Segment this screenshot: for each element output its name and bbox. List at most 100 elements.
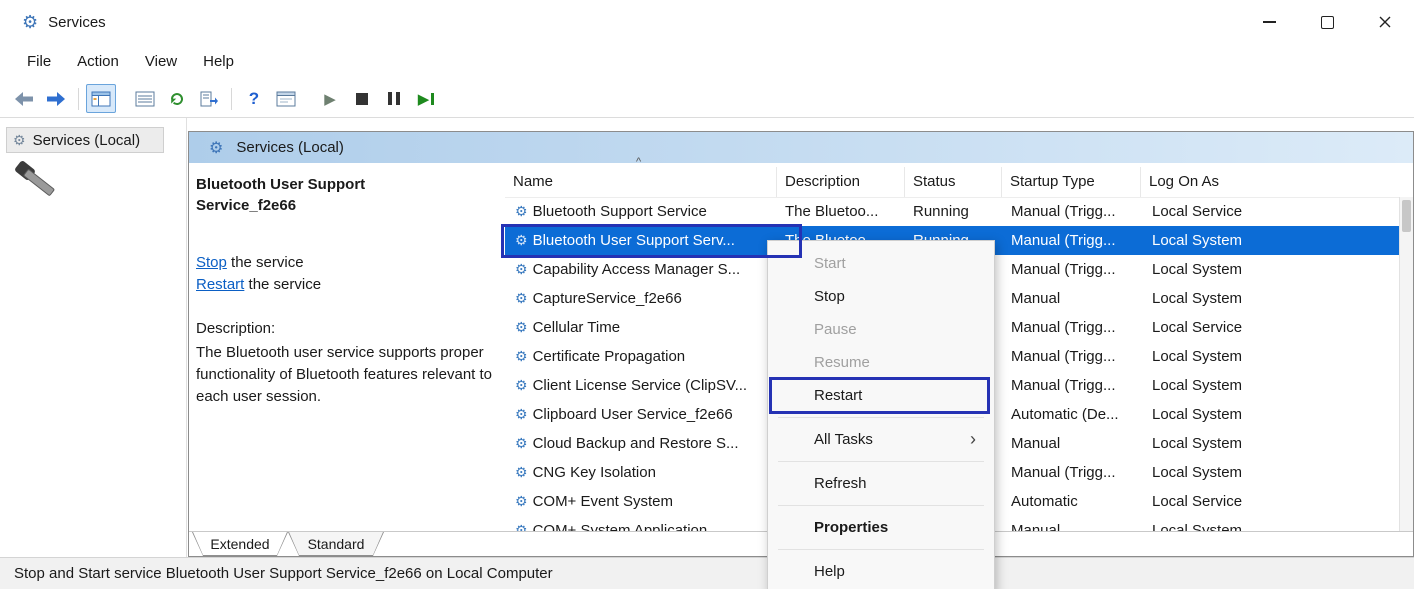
minimize-button[interactable] — [1240, 0, 1298, 44]
menu-item-file[interactable]: File — [14, 48, 64, 76]
restart-service-line: Restart the service — [196, 274, 508, 296]
column-header-startup-type[interactable]: Startup Type — [1002, 167, 1141, 197]
cell-startup-type: Manual (Trigg... — [1002, 255, 1141, 284]
service-name: Capability Access Manager S... — [533, 255, 741, 284]
context-menu-item-help[interactable]: Help — [768, 555, 994, 588]
pause-service-icon[interactable] — [379, 84, 409, 113]
service-gear-icon: ⚙ — [515, 371, 528, 400]
context-menu-item-properties[interactable]: Properties — [768, 511, 994, 544]
stop-service-link[interactable]: Stop — [196, 254, 227, 271]
service-name: Bluetooth User Support Serv... — [533, 226, 735, 255]
cell-log-on-as: Local System — [1141, 400, 1399, 429]
services-node-icon: ⚙ — [13, 132, 26, 149]
restart-service-icon[interactable]: ▶ — [411, 84, 441, 113]
service-description: The Bluetooth user service supports prop… — [196, 342, 502, 408]
cell-description: The Bluetoo... — [777, 197, 905, 226]
cell-log-on-as: Local System — [1141, 255, 1399, 284]
cell-name: ⚙CNG Key Isolation — [505, 458, 777, 487]
panel-header-title: Services (Local) — [236, 139, 344, 156]
restart-service-link[interactable]: Restart — [196, 276, 244, 293]
context-menu-item-pause[interactable]: Pause — [768, 313, 994, 346]
column-header-log-on-as[interactable]: Log On As — [1141, 167, 1399, 197]
close-icon — [1378, 15, 1392, 29]
menu-item-action[interactable]: Action — [64, 48, 132, 76]
status-bar: Stop and Start service Bluetooth User Su… — [0, 557, 1414, 589]
cell-startup-type: Manual (Trigg... — [1002, 226, 1141, 255]
menu-separator — [778, 417, 984, 418]
toolbar-separator — [231, 88, 232, 110]
question-mark-icon: ? — [249, 89, 259, 109]
status-text: Stop and Start service Bluetooth User Su… — [14, 565, 553, 582]
services-app-icon: ⚙ — [22, 12, 38, 33]
tab-standard[interactable]: Standard — [288, 532, 384, 556]
description-label: Description: — [196, 318, 508, 340]
column-header-status[interactable]: Status — [905, 167, 1002, 197]
play-icon: ▶ — [324, 90, 336, 108]
show-console-tree-icon[interactable] — [86, 84, 116, 113]
context-menu-item-refresh[interactable]: Refresh — [768, 467, 994, 500]
tree-node-services-local[interactable]: ⚙ Services (Local) — [6, 127, 164, 153]
menu-item-view[interactable]: View — [132, 48, 190, 76]
column-header-name[interactable]: Name — [505, 167, 777, 197]
service-name: Certificate Propagation — [533, 342, 686, 371]
table-row[interactable]: ⚙Bluetooth Support ServiceThe Bluetoo...… — [505, 197, 1399, 226]
title-bar: ⚙ Services — [0, 0, 1414, 44]
service-gear-icon: ⚙ — [515, 226, 528, 255]
menu-item-label: Resume — [814, 354, 870, 371]
cell-log-on-as: Local System — [1141, 458, 1399, 487]
export-list-icon[interactable] — [194, 84, 224, 113]
help-icon[interactable]: ? — [239, 84, 269, 113]
maximize-button[interactable] — [1298, 0, 1356, 44]
menu-item-help[interactable]: Help — [190, 48, 247, 76]
cell-status: Running — [905, 197, 1002, 226]
service-gear-icon: ⚙ — [515, 197, 528, 226]
menu-item-label: Stop — [814, 288, 845, 305]
cell-name: ⚙CaptureService_f2e66 — [505, 284, 777, 313]
forward-icon[interactable] — [41, 84, 71, 113]
service-name: Cloud Backup and Restore S... — [533, 429, 739, 458]
refresh-icon[interactable] — [162, 84, 192, 113]
service-gear-icon: ⚙ — [515, 284, 528, 313]
vertical-scrollbar[interactable] — [1399, 197, 1413, 531]
properties-window-icon[interactable] — [271, 84, 301, 113]
cell-startup-type: Manual — [1002, 516, 1141, 531]
cell-log-on-as: Local System — [1141, 284, 1399, 313]
context-menu-item-start[interactable]: Start — [768, 247, 994, 280]
column-header-description[interactable]: Description — [777, 167, 905, 197]
stop-icon — [356, 93, 368, 105]
cell-startup-type: Manual — [1002, 284, 1141, 313]
menu-item-label: Pause — [814, 321, 857, 338]
view-tabs: ExtendedStandard — [192, 532, 384, 556]
cell-log-on-as: Local System — [1141, 516, 1399, 531]
restart-link-suffix: the service — [244, 276, 321, 293]
cell-name: ⚙Cellular Time — [505, 313, 777, 342]
cell-startup-type: Manual (Trigg... — [1002, 313, 1141, 342]
cell-name: ⚙COM+ Event System — [505, 487, 777, 516]
back-icon[interactable] — [9, 84, 39, 113]
tab-inner: Extended — [193, 532, 287, 555]
context-menu-item-stop[interactable]: Stop — [768, 280, 994, 313]
stop-link-suffix: the service — [227, 254, 304, 271]
service-gear-icon: ⚙ — [515, 255, 528, 284]
context-menu-item-resume[interactable]: Resume — [768, 346, 994, 379]
scrollbar-thumb[interactable] — [1402, 200, 1411, 232]
service-name: CNG Key Isolation — [533, 458, 656, 487]
menu-item-label: Refresh — [814, 475, 867, 492]
panel-divider[interactable] — [186, 118, 187, 557]
service-gear-icon: ⚙ — [515, 487, 528, 516]
cell-name: ⚙COM+ System Application — [505, 516, 777, 531]
tab-extended[interactable]: Extended — [192, 532, 288, 556]
cell-startup-type: Manual (Trigg... — [1002, 342, 1141, 371]
context-menu-item-restart[interactable]: Restart — [768, 379, 994, 412]
tab-inner: Standard — [289, 532, 383, 555]
context-menu-item-all-tasks[interactable]: All Tasks› — [768, 423, 994, 456]
stop-service-icon[interactable] — [347, 84, 377, 113]
services-window: ⚙ Services FileActionViewHelp — [0, 0, 1414, 589]
close-button[interactable] — [1356, 0, 1414, 44]
hammer-cursor-icon — [14, 158, 62, 210]
cell-name: ⚙Cloud Backup and Restore S... — [505, 429, 777, 458]
service-info-pane: Bluetooth User Support Service_f2e66 Sto… — [196, 174, 508, 408]
start-service-icon[interactable]: ▶ — [315, 84, 345, 113]
list-view-icon[interactable] — [130, 84, 160, 113]
cell-startup-type: Manual (Trigg... — [1002, 371, 1141, 400]
